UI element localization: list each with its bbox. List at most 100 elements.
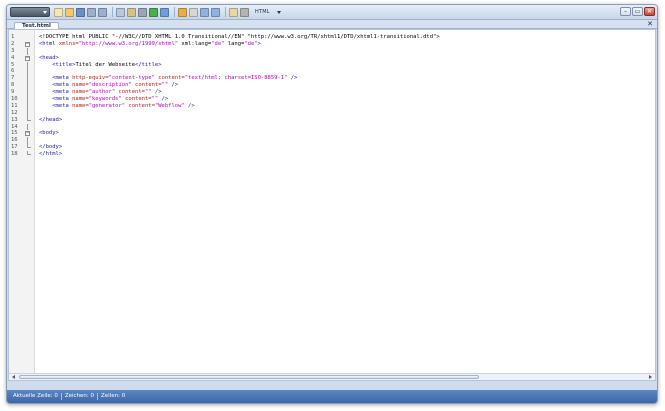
code-line[interactable]: 10 <meta name="keywords" content="" /> [9, 96, 655, 103]
code-line[interactable]: 13 </head> [9, 116, 655, 124]
code-line[interactable]: 1 <!DOCTYPE html PUBLIC "-//W3C//DTD XHTM… [9, 34, 655, 41]
scroll-left-icon[interactable] [12, 375, 15, 379]
code-line[interactable]: 17 </body> [9, 144, 655, 151]
code-token: <meta [39, 102, 73, 109]
chevron-down-icon [43, 11, 47, 14]
undo-icon[interactable] [87, 7, 96, 17]
code-token: "Webflow" [154, 102, 185, 109]
chevron-down-icon [276, 10, 281, 14]
paste-icon[interactable] [127, 7, 136, 17]
code-token: <body> [39, 130, 59, 137]
code-text: <meta name="generator" content="Webflow"… [39, 102, 194, 110]
line-number: 13 [11, 116, 18, 123]
line-number: 15 [11, 130, 18, 137]
tab-strip: Test.html ✕ [7, 20, 657, 30]
code-token: xml:lang= [178, 40, 212, 47]
code-token: content= [131, 82, 162, 89]
code-token: <meta [39, 89, 73, 96]
open-folder-icon[interactable] [65, 7, 74, 17]
zoom-in-icon[interactable] [200, 7, 209, 17]
fold-toggle-icon[interactable]: − [25, 131, 30, 137]
code-text: <title>Titel der Webseite</title> [39, 61, 161, 69]
code-line[interactable]: 8 <meta name="description" content="" /> [9, 82, 655, 90]
code-text: <meta name="description" content="" /> [39, 82, 178, 89]
code-token: "de" [244, 40, 258, 47]
code-token: "keywords" [88, 96, 122, 103]
line-number: 18 [11, 151, 18, 158]
horizontal-scrollbar[interactable] [9, 373, 655, 380]
code-line[interactable]: 4 − <head> [9, 55, 655, 62]
code-text: </html> [39, 151, 62, 158]
code-editor[interactable]: 1 <!DOCTYPE html PUBLIC "-//W3C//DTD XHTM… [8, 29, 656, 381]
minimize-button[interactable]: – [620, 7, 631, 16]
code-token: /> [158, 96, 169, 103]
code-line[interactable]: 16 [9, 137, 655, 145]
status-bar: Aktuelle Zeile: 0 Zeichen: 0 Zeilen: 0 [7, 390, 657, 403]
code-token: content= [125, 102, 155, 109]
code-text: </head> [39, 117, 62, 124]
scroll-right-icon[interactable] [649, 375, 652, 379]
language-select-value: HTML [255, 9, 270, 15]
new-file-icon[interactable] [54, 7, 63, 17]
fold-end-marker [27, 151, 31, 156]
code-line[interactable]: 5 <title>Titel der Webseite</title> [9, 61, 655, 69]
fold-guide [27, 102, 28, 110]
code-line[interactable]: 11 <meta name="generator" content="Webfl… [9, 102, 655, 110]
app-menu-button[interactable] [10, 7, 50, 17]
toolbar-icon-group [54, 7, 251, 17]
code-token: </head> [39, 116, 63, 123]
browser-preview-icon[interactable] [149, 7, 158, 17]
printer-icon[interactable] [240, 7, 249, 17]
code-line[interactable]: 12 [9, 109, 655, 117]
fold-toggle-icon[interactable]: − [25, 55, 30, 61]
code-token: content= [121, 96, 152, 103]
close-button[interactable]: ✕ [644, 7, 655, 16]
status-char-count: Zeichen: 0 [62, 393, 99, 400]
fold-guide [27, 61, 28, 69]
line-number: 5 [11, 61, 15, 68]
code-line[interactable]: 15 − <body> [9, 130, 655, 137]
redo-icon[interactable] [98, 7, 107, 17]
code-token: /> [151, 89, 162, 96]
document-icon[interactable] [229, 7, 238, 17]
settings-icon[interactable] [189, 7, 198, 17]
fold-toggle-icon[interactable]: − [25, 41, 30, 47]
fold-guide [27, 89, 28, 97]
print-icon[interactable] [138, 7, 147, 17]
code-token: http-equiv= [72, 75, 109, 82]
line-number: 17 [11, 144, 18, 151]
image-icon[interactable] [178, 7, 187, 17]
code-token: "author" [88, 89, 116, 96]
code-line[interactable]: 9 <meta name="author" content="" /> [9, 89, 655, 97]
line-number: 1 [11, 34, 15, 40]
restore-button[interactable]: ▭ [632, 7, 643, 16]
code-text: <body> [39, 130, 59, 137]
close-tab-icon[interactable]: ✕ [647, 20, 653, 28]
code-token: /> [287, 75, 298, 82]
code-token: xmlns= [58, 40, 79, 47]
code-line[interactable]: 2 − <html xmlns="http://www.w3.org/1999/xh… [9, 41, 655, 48]
code-line[interactable]: 7 <meta http-equiv="content-type" conten… [9, 75, 655, 83]
code-line[interactable]: 3 [9, 47, 655, 55]
fold-guide [27, 96, 28, 103]
line-number: 7 [11, 75, 15, 82]
fold-guide [27, 109, 28, 117]
scrollbar-thumb[interactable] [19, 375, 479, 379]
code-line[interactable]: 6 [9, 68, 655, 76]
code-token: <meta [39, 82, 73, 89]
code-token: name= [72, 96, 89, 103]
save-icon[interactable] [76, 7, 85, 17]
line-number: 4 [11, 54, 15, 61]
code-token: <title> [39, 61, 76, 68]
toolbar: HTML – ▭ ✕ [7, 5, 657, 20]
line-number: 8 [11, 82, 15, 89]
language-select[interactable]: HTML [255, 7, 281, 17]
code-line[interactable]: 14 [9, 123, 655, 131]
zoom-out-icon[interactable] [211, 7, 220, 17]
status-line-count: Zeilen: 0 [101, 393, 126, 399]
code-line[interactable]: 18 </html> [9, 151, 655, 158]
code-token: name= [72, 89, 89, 96]
toolbar-separator [225, 7, 226, 17]
copy-icon[interactable] [116, 7, 125, 17]
link-icon[interactable] [160, 7, 169, 17]
